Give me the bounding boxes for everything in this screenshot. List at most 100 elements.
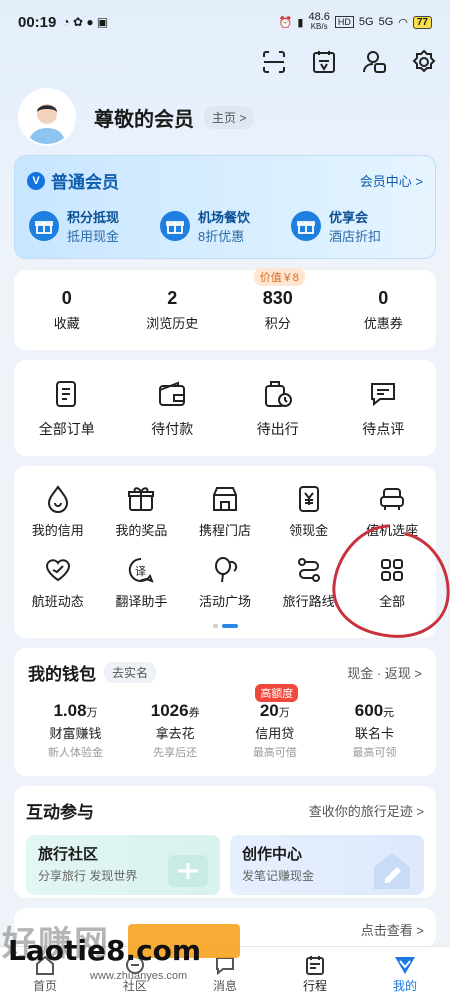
wallet-label: 财富赚钱 [49, 726, 102, 741]
wallet-sub: 最高可借 [252, 747, 297, 759]
luggage-icon [228, 377, 328, 411]
community-icon [100, 953, 170, 977]
member-card: V 普通会员 会员中心 > 积分抵现 抵用现金 机场餐饮 8折优惠 优享会 酒店折扣 [14, 155, 436, 259]
wallet-item-wealth[interactable]: 1.08万 财富赚钱 新人体验金 [28, 701, 123, 760]
tab-mine[interactable]: 我的 [370, 953, 440, 994]
stat-points[interactable]: 价值￥8 830 积分 [228, 268, 328, 332]
service-label: 活动广场 [198, 594, 251, 609]
service-label: 全部 [379, 594, 406, 609]
community-decor-icon [168, 855, 208, 887]
travel-community-card[interactable]: 旅行社区 分享旅行 发现世界 [26, 835, 220, 895]
mine-icon [370, 953, 440, 977]
wallet-value: 20 [259, 701, 279, 720]
gift-icon [100, 484, 182, 514]
vibrate-icon: ▮ [297, 16, 304, 29]
customer-service-icon[interactable] [360, 48, 388, 76]
order-label: 待付款 [151, 421, 194, 437]
tab-messages[interactable]: 消息 [190, 953, 260, 994]
hd-badge: HD [334, 16, 354, 28]
stat-label: 浏览历史 [146, 316, 199, 331]
gift-box-icon [291, 211, 321, 241]
wallet-icon [122, 377, 222, 411]
perk-airport-dining[interactable]: 机场餐饮 8折优惠 [160, 207, 290, 245]
wallet-item-pay-later[interactable]: 1026券 拿去花 先享后还 [128, 701, 223, 760]
wallet-item-credit-loan[interactable]: 高额度 20万 信用贷 最高可借 [227, 684, 322, 760]
stat-favorites[interactable]: 0 收藏 [17, 288, 117, 332]
service-translate[interactable]: 译翻译助手 [100, 555, 182, 610]
wallet-sub: 新人体验金 [48, 747, 103, 759]
wallet-unit: 万 [86, 707, 98, 719]
service-routes[interactable]: 旅行路线 [268, 555, 350, 610]
order-pending-payment[interactable]: 待付款 [122, 377, 222, 439]
creator-center-card[interactable]: 创作中心 发笔记赚现金 [230, 835, 424, 895]
perk-title: 机场餐饮 [198, 210, 251, 225]
stat-coupons[interactable]: 0 优惠券 [333, 288, 433, 332]
signal-2: 5G [378, 16, 394, 28]
alarm-icon: ⏰ [278, 16, 293, 29]
scan-icon[interactable] [260, 48, 288, 76]
member-level-label: 普通会员 [51, 173, 119, 192]
order-all[interactable]: 全部订单 [17, 377, 117, 439]
wallet-sub: 最高可领 [352, 747, 397, 759]
perk-title: 积分抵现 [67, 210, 120, 225]
pager-dot[interactable] [212, 624, 218, 628]
verify-identity-button[interactable]: 去实名 [104, 662, 157, 683]
pager-dot-active[interactable] [221, 624, 238, 628]
member-level: V 普通会员 [27, 168, 119, 193]
order-pending-travel[interactable]: 待出行 [228, 377, 328, 439]
creator-decor-icon [374, 853, 410, 889]
profile-header: 尊敬的会员 主页 > [18, 88, 255, 146]
service-label: 我的信用 [31, 523, 84, 538]
home-page-button[interactable]: 主页 > [204, 105, 255, 129]
next-section-card: 点击查看 > [14, 908, 436, 948]
service-activities[interactable]: 活动广场 [184, 555, 266, 610]
checkin-icon[interactable] [310, 48, 338, 76]
perk-sub: 8折优惠 [198, 229, 245, 244]
cash-rebate-link[interactable]: 现金 · 返现 > [347, 663, 422, 682]
wallet-card: 我的钱包 去实名 现金 · 返现 > 1.08万 财富赚钱 新人体验金 1026券 拿去… [14, 648, 436, 776]
tab-trips[interactable]: 行程 [280, 953, 350, 994]
wallet-value: 1026 [150, 701, 189, 720]
member-center-link[interactable]: 会员中心 > [360, 171, 423, 190]
settings-gear-icon[interactable] [410, 48, 438, 76]
avatar[interactable] [18, 88, 76, 146]
home-icon [10, 953, 80, 977]
wallet-item-cobrand-card[interactable]: 600元 联名卡 最高可领 [327, 701, 422, 760]
service-seat-selection[interactable]: 值机选座 [351, 484, 433, 539]
service-flight-status[interactable]: 航班动态 [17, 555, 99, 610]
services-pager [14, 624, 436, 628]
service-credit[interactable]: 我的信用 [17, 484, 99, 539]
travel-footprint-link[interactable]: 查收你的旅行足迹 > [309, 801, 424, 820]
service-all[interactable]: 全部 [351, 555, 433, 610]
stat-label: 优惠券 [363, 316, 403, 331]
perk-points-cash[interactable]: 积分抵现 抵用现金 [29, 207, 159, 245]
service-cash[interactable]: 领现金 [268, 484, 350, 539]
stats-card: 0 收藏 2 浏览历史 价值￥8 830 积分 0 优惠券 [14, 268, 436, 350]
tab-community[interactable]: 社区 [100, 953, 170, 994]
notification-icons: ◔ ✿ ● ▣ [62, 15, 109, 29]
service-label: 值机选座 [366, 523, 419, 538]
perk-hotel[interactable]: 优享会 酒店折扣 [291, 207, 421, 245]
service-label: 翻译助手 [115, 594, 168, 609]
gift-box-icon [160, 211, 190, 241]
battery-indicator: 77 [412, 15, 432, 29]
order-pending-review[interactable]: 待点评 [333, 377, 433, 439]
service-prizes[interactable]: 我的奖品 [100, 484, 182, 539]
tab-home[interactable]: 首页 [10, 953, 80, 994]
interaction-card: 互动参与 查收你的旅行足迹 > 旅行社区 分享旅行 发现世界 创作中心 发笔记赚… [14, 786, 436, 898]
services-card: 我的信用 我的奖品 携程门店 领现金 值机选座 航班动态 译翻译助手 活动广场 … [14, 466, 436, 638]
signal-1: 5G [358, 16, 374, 28]
perk-title: 优享会 [329, 210, 369, 225]
grid-icon [351, 555, 433, 585]
service-label: 携程门店 [198, 523, 251, 538]
wallet-value: 600 [354, 701, 384, 720]
itinerary-icon [280, 953, 350, 977]
order-label: 待出行 [256, 421, 299, 437]
wallet-unit: 元 [383, 707, 395, 719]
message-icon [190, 953, 260, 977]
service-label: 旅行路线 [282, 594, 335, 609]
route-icon [268, 555, 350, 585]
stat-history[interactable]: 2 浏览历史 [122, 288, 222, 332]
view-more-link[interactable]: 点击查看 > [361, 920, 424, 938]
service-stores[interactable]: 携程门店 [184, 484, 266, 539]
